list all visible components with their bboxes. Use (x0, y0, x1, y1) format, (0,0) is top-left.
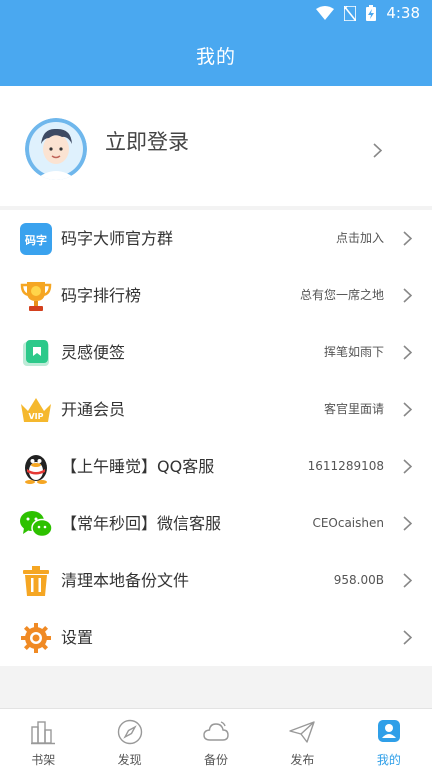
avatar[interactable] (25, 118, 87, 180)
bookshelf-icon (30, 719, 56, 745)
battery-charging-icon (366, 5, 377, 21)
menu-item-official-group[interactable]: 码字 码字大师官方群 点击加入 (0, 210, 432, 267)
menu-item-label: 【上午睡觉】QQ客服 (61, 457, 215, 476)
chevron-right-icon (403, 573, 413, 592)
tab-label: 我的 (376, 753, 401, 767)
note-icon (19, 336, 53, 370)
gear-icon (19, 621, 53, 655)
chevron-right-icon (403, 288, 413, 307)
menu-item-value: 1611289108 (307, 459, 384, 473)
menu-item-label: 清理本地备份文件 (61, 571, 190, 590)
trash-icon (19, 564, 53, 598)
menu-item-label: 码字大师官方群 (61, 229, 174, 248)
menu-item-value: 958.00B (333, 573, 384, 587)
chevron-right-icon (403, 459, 413, 478)
chevron-right-icon (403, 516, 413, 535)
tab-mine[interactable]: 我的 (346, 709, 432, 769)
menu-item-inspiration-notes[interactable]: 灵感便签 挥笔如雨下 (0, 324, 432, 381)
user-icon (376, 719, 402, 745)
tab-label: 备份 (204, 753, 229, 767)
tab-label: 发布 (290, 753, 315, 767)
login-label[interactable]: 立即登录 (105, 126, 189, 156)
menu-item-label: 码字排行榜 (61, 286, 142, 305)
status-bar: 4:38 (0, 0, 432, 28)
qq-group-app-icon: 码字 (19, 222, 53, 256)
menu-list: 码字 码字大师官方群 点击加入 码字排行榜 总有您一席之地 灵感便签 挥笔如雨下… (0, 210, 432, 666)
menu-item-label: 【常年秒回】微信客服 (61, 514, 222, 533)
tab-label: 书架 (31, 753, 56, 767)
chevron-right-icon (403, 402, 413, 421)
menu-item-qq-service[interactable]: 【上午睡觉】QQ客服 1611289108 (0, 438, 432, 495)
cloud-icon (203, 719, 229, 745)
chevron-right-icon (403, 345, 413, 364)
page-title: 我的 (195, 46, 236, 68)
svg-text:VIP: VIP (28, 412, 43, 421)
menu-item-value: CEOcaishen (312, 516, 384, 530)
menu-item-label: 灵感便签 (61, 343, 126, 362)
svg-text:码字: 码字 (25, 233, 47, 247)
menu-item-value: 总有您一席之地 (299, 288, 384, 302)
profile-login-row[interactable]: 立即登录 (0, 86, 432, 206)
chevron-right-icon (403, 231, 413, 250)
tab-publish[interactable]: 发布 (259, 709, 345, 769)
menu-item-wechat-service[interactable]: 【常年秒回】微信客服 CEOcaishen (0, 495, 432, 552)
trophy-icon (19, 279, 53, 313)
chevron-right-icon (403, 630, 413, 649)
menu-item-value: 客官里面请 (323, 402, 384, 416)
paper-plane-icon (289, 719, 316, 745)
tab-bookshelf[interactable]: 书架 (0, 709, 86, 769)
wifi-icon (316, 6, 335, 20)
menu-item-label: 开通会员 (61, 400, 126, 419)
menu-item-value: 点击加入 (335, 231, 384, 245)
tab-label: 发现 (117, 753, 142, 767)
chevron-right-icon (373, 143, 383, 162)
tab-discover[interactable]: 发现 (86, 709, 172, 769)
menu-item-value: 挥笔如雨下 (323, 345, 384, 359)
tab-backup[interactable]: 备份 (173, 709, 259, 769)
header-bar: 4:38 我的 (0, 0, 432, 86)
wechat-icon (19, 507, 53, 541)
no-sim-icon (344, 5, 357, 21)
menu-item-settings[interactable]: 设置 (0, 609, 432, 666)
compass-icon (117, 719, 143, 745)
vip-crown-icon: VIP (19, 393, 53, 427)
status-time: 4:38 (386, 4, 420, 22)
bottom-tab-bar: 书架 发现 备份 发布 我的 (0, 708, 432, 769)
qq-penguin-icon (19, 450, 53, 484)
menu-item-ranking[interactable]: 码字排行榜 总有您一席之地 (0, 267, 432, 324)
menu-item-clear-backup[interactable]: 清理本地备份文件 958.00B (0, 552, 432, 609)
menu-item-membership[interactable]: VIP 开通会员 客官里面请 (0, 381, 432, 438)
menu-item-label: 设置 (61, 628, 94, 647)
